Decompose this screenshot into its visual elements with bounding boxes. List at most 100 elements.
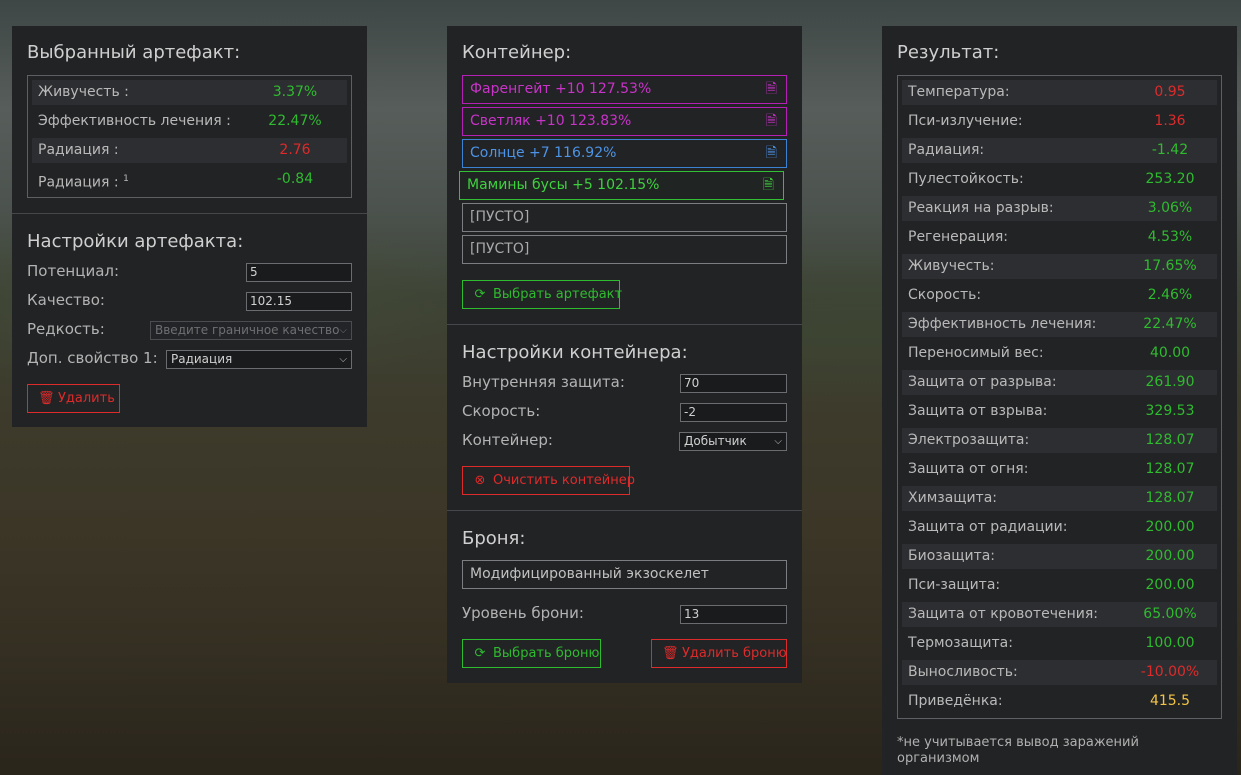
result-stat-label: Температура: [908,84,1010,100]
speed-input[interactable]: -2 [680,403,787,422]
result-stat-label: Защита от разрыва: [908,374,1057,390]
result-stat-label: Радиация: [908,142,985,158]
result-stat-row: Реакция на разрыв: 3.06% [902,196,1217,221]
delete-armor-button[interactable]: 🗑 Удалить броню [651,639,787,668]
choose-artifact-button[interactable]: ⟳ Выбрать артефакт [462,280,623,309]
result-stat-value: 40.00 [1149,345,1191,361]
stat-label: Эффективность лечения : [38,113,231,129]
armor-title: Броня: [462,528,526,549]
divider [447,324,802,325]
chevron-down-icon: ⌵ [339,354,347,365]
choose-artifact-label: Выбрать артефакт [493,287,623,302]
result-stat-label: Биозащита: [908,548,996,564]
result-stat-row: Выносливость: -10.00% [902,660,1217,685]
extra-property-select-value: Радиация [171,352,233,366]
result-stat-value: 261.90 [1145,374,1195,390]
container-slot-selected[interactable]: Мамины бусы +5 102.15% 🗎 [459,171,784,200]
trash-icon: 🗑 [38,391,55,406]
container-type-select-value: Добытчик [684,434,747,448]
result-panel: Результат: Температура: 0.95 Пси-излучение… [882,26,1237,775]
result-stat-label: Защита от взрыва: [908,403,1048,419]
result-stat-row: Температура: 0.95 [902,80,1217,105]
armor-level-input[interactable]: 13 [680,605,787,624]
result-stat-label: Защита от огня: [908,461,1029,477]
footnote-marker: 1 [123,174,129,184]
result-stat-label: Реакция на разрыв: [908,200,1054,216]
artifact-settings-title: Настройки артефакта: [27,231,244,252]
trash-icon: 🗑 [662,646,679,661]
container-slot[interactable]: Фаренгейт +10 127.53% 🗎 [462,75,787,104]
result-stat-value: 200.00 [1145,548,1195,564]
result-stat-value: 65.00% [1143,606,1197,622]
delete-artifact-button[interactable]: 🗑 Удалить [27,384,120,413]
quality-input[interactable]: 102.15 [246,292,352,311]
result-stat-row: Скорость: 2.46% [902,283,1217,308]
document-icon[interactable]: 🗎 [766,140,777,167]
refresh-icon: ⟳ [474,287,486,302]
armor-name-field[interactable]: Модифицированный экзоскелет [462,560,787,589]
result-stat-value: 1.36 [1154,113,1186,129]
document-icon[interactable]: 🗎 [766,108,777,135]
result-stat-value: 253.20 [1145,171,1195,187]
result-stat-row: Защита от кровотечения: 65.00% [902,602,1217,627]
document-icon[interactable]: 🗎 [763,172,774,199]
result-stat-row: Пси-излучение: 1.36 [902,109,1217,134]
delete-armor-label: Удалить броню [682,646,787,661]
container-type-select[interactable]: Добытчик ⌵ [679,432,787,451]
potential-input[interactable]: 5 [246,263,352,282]
result-stat-value: 415.5 [1149,693,1191,709]
result-stat-row: Защита от взрыва: 329.53 [902,399,1217,424]
slot-text: [ПУСТО] [470,241,530,257]
result-stat-value: 200.00 [1145,519,1195,535]
chevron-down-icon: ⌵ [774,436,782,447]
result-stat-row: Биозащита: 200.00 [902,544,1217,569]
inner-protection-input[interactable]: 70 [680,374,787,393]
choose-armor-button[interactable]: ⟳ Выбрать броню [462,639,601,668]
stat-value: 22.47% [268,113,322,129]
clear-container-button[interactable]: ⊗ Очистить контейнер [462,466,635,495]
result-stat-row: Эффективность лечения: 22.47% [902,312,1217,337]
container-type-label: Контейнер: [462,431,553,449]
refresh-icon: ⟳ [474,646,486,661]
stat-value: 3.37% [272,84,318,100]
stat-row: Живучесть : 3.37% [32,80,347,105]
slot-text: Светляк +10 123.83% [470,113,632,129]
selected-stats-box: Живучесть : 3.37% Эффективность лечения … [27,75,352,198]
result-stat-label: Эффективность лечения: [908,316,1097,332]
result-stat-value: 2.46% [1147,287,1193,303]
rarity-select[interactable]: Введите граничное качество ⌵ [150,321,352,340]
result-stats-box: Температура: 0.95 Пси-излучение: 1.36 Радиац… [897,75,1222,719]
container-slot-empty[interactable]: [ПУСТО] [462,203,787,232]
quality-label: Качество: [27,291,105,309]
stat-label: Радиация : 1 [38,167,129,196]
result-title: Результат: [897,42,1000,63]
stat-row: Радиация : 1 -0.84 [32,167,347,192]
selected-artifact-panel: Выбранный артефакт: Живучесть : 3.37% Эф… [12,26,367,427]
stat-row: Радиация : 2.76 [32,138,347,163]
document-icon[interactable]: 🗎 [766,76,777,103]
result-stat-value: 128.07 [1145,490,1195,506]
stat-row: Эффективность лечения : 22.47% [32,109,347,134]
result-stat-value: 22.47% [1143,316,1197,332]
result-stat-label: Выносливость: [908,664,1018,680]
potential-label: Потенциал: [27,262,120,280]
slot-text: Фаренгейт +10 127.53% [470,81,652,97]
slot-text: [ПУСТО] [470,209,530,225]
extra-property-select[interactable]: Радиация ⌵ [166,350,352,369]
result-stat-row: Живучесть: 17.65% [902,254,1217,279]
result-stat-label: Электрозащита: [908,432,1030,448]
result-stat-row: Пси-защита: 200.00 [902,573,1217,598]
result-stat-label: Живучесть: [908,258,995,274]
clear-container-label: Очистить контейнер [493,473,635,488]
container-slot-empty[interactable]: [ПУСТО] [462,235,787,264]
stat-label: Живучесть : [38,84,129,100]
result-stat-row: Химзащита: 128.07 [902,486,1217,511]
result-stat-value: 3.06% [1147,200,1193,216]
speed-label: Скорость: [462,402,541,420]
container-slot[interactable]: Солнце +7 116.92% 🗎 [462,139,787,168]
result-stat-row: Регенерация: 4.53% [902,225,1217,250]
container-settings-title: Настройки контейнера: [462,342,688,363]
result-stat-row: Пулестойкость: 253.20 [902,167,1217,192]
result-stat-row: Приведёнка: 415.5 [902,689,1217,714]
container-slot[interactable]: Светляк +10 123.83% 🗎 [462,107,787,136]
